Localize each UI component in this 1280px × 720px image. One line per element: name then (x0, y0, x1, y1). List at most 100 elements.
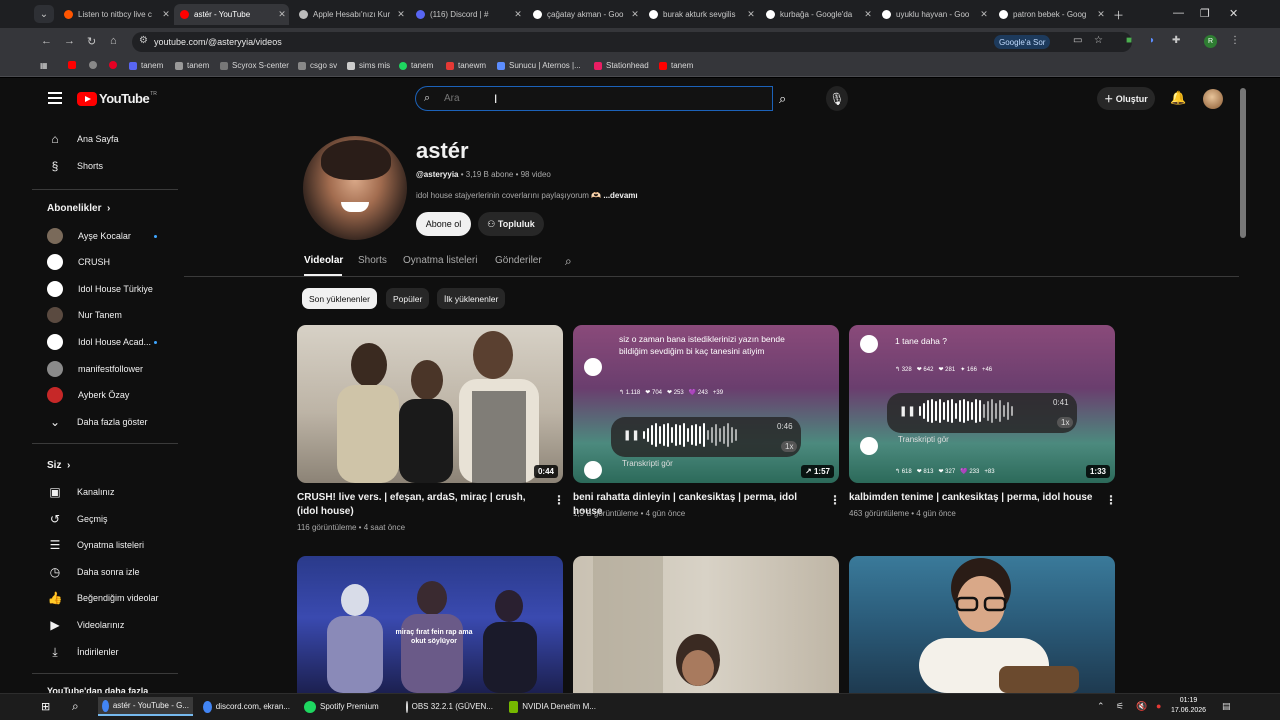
subscriptions-header[interactable]: Abonelikler › (47, 203, 110, 214)
sidebar-item-watch-later[interactable]: ◷ Daha sonra izle (46, 561, 140, 583)
record-icon[interactable]: ● (1156, 701, 1161, 711)
subscribe-button[interactable]: Abone ol (416, 212, 471, 236)
browser-tab[interactable]: Apple Hesabı'nızı Kur ✕ (293, 4, 408, 25)
tab-search-button[interactable]: ⌄ (34, 5, 54, 23)
sidebar-item-history[interactable]: ↺ Geçmiş (46, 508, 108, 530)
notification-center-icon[interactable]: ▤ (1222, 701, 1231, 712)
bookmark-item[interactable]: tanem (175, 61, 209, 70)
sidebar-item-playlists[interactable]: ☰ Oynatma listeleri (46, 534, 144, 556)
channel-avatar-large[interactable] (303, 136, 407, 240)
notifications-bell-icon[interactable]: 🔔 (1170, 90, 1186, 106)
video-title[interactable]: kalbimden tenime | cankesiktaş | perma, … (849, 491, 1099, 505)
taskbar-item-spotify[interactable]: Spotify Premium (300, 697, 395, 716)
extension-icon[interactable]: ◗ (1149, 35, 1155, 46)
video-thumbnail[interactable]: siz o zaman bana istediklerinizi yazın b… (573, 325, 839, 483)
chip-oldest[interactable]: İlk yüklenenler (437, 288, 506, 309)
extensions-puzzle-icon[interactable]: ✚ (1172, 35, 1180, 46)
video-thumbnail[interactable] (573, 556, 839, 693)
sidebar-item-subscription[interactable]: Idol House Acad... (46, 331, 151, 353)
browser-tab[interactable]: (116) Discord | # ✕ (410, 4, 525, 25)
browser-tab[interactable]: uyuklu hayvan - Goo ✕ (876, 4, 991, 25)
sidebar-item-your-videos[interactable]: ▶ Videolarınız (46, 614, 124, 636)
video-more-options-icon[interactable]: ⋮ (829, 493, 841, 507)
browser-profile-icon[interactable]: R (1204, 35, 1217, 48)
chip-popular[interactable]: Popüler (386, 288, 430, 309)
tab-shorts[interactable]: Shorts (358, 255, 387, 266)
sidebar-item-subscription[interactable]: manifestfollower (46, 358, 143, 380)
sidebar-item-subscription[interactable]: Ayşe Kocalar (46, 225, 131, 247)
taskbar-item-obs[interactable]: OBS 32.2.1 (GÜVEN... (402, 697, 497, 716)
video-more-options-icon[interactable]: ⋮ (553, 493, 565, 507)
google-ask-button[interactable]: Google'a Sor (994, 35, 1051, 49)
bookmark-item[interactable]: Sunucu | Aternos |... (497, 61, 581, 70)
back-icon[interactable]: ← (41, 35, 52, 47)
site-info-icon[interactable]: ⚙ (139, 35, 148, 46)
description-more-link[interactable]: ...devamı (603, 191, 637, 200)
browser-tab[interactable]: çağatay akman - Goo ✕ (527, 4, 642, 25)
bookmark-item[interactable]: csgo sv (298, 61, 337, 70)
home-browser-icon[interactable]: ⌂ (110, 35, 117, 47)
video-more-options-icon[interactable]: ⋮ (1105, 493, 1117, 507)
sidebar-item-subscription[interactable]: Idol House Türkiye (46, 278, 153, 300)
sidebar-item-shorts[interactable]: § Shorts (46, 155, 103, 177)
voice-search-icon[interactable]: 🎙 (826, 86, 848, 111)
channel-search-icon[interactable]: ⌕ (565, 254, 572, 269)
video-thumbnail[interactable]: 0:44 (297, 325, 563, 483)
sidebar-item-downloads[interactable]: ⤓ İndirilenler (46, 641, 118, 663)
guide-menu-icon[interactable] (48, 92, 62, 104)
taskbar-item-nvidia[interactable]: NVIDIA Denetim M... (505, 697, 600, 716)
close-tab-icon[interactable]: ✕ (394, 9, 408, 20)
bookmark-item[interactable]: tanem (399, 61, 433, 70)
new-tab-icon[interactable]: ＋ (1113, 7, 1124, 23)
browser-tab[interactable]: kurbağa - Google'da ✕ (760, 4, 875, 25)
tab-videos[interactable]: Videolar (304, 255, 343, 266)
search-input[interactable] (415, 86, 773, 111)
close-tab-icon[interactable]: ✕ (977, 9, 991, 20)
bookmark-pinterest[interactable] (109, 61, 121, 69)
bookmark-item[interactable]: tanem (129, 61, 163, 70)
search-icon[interactable]: ⌕ (72, 699, 79, 714)
reload-icon[interactable]: ↻ (87, 35, 96, 48)
tab-posts[interactable]: Gönderiler (495, 255, 542, 266)
network-icon[interactable]: ⚟ (1116, 701, 1124, 712)
volume-icon[interactable]: 🔇 (1136, 701, 1147, 712)
close-tab-icon[interactable]: ✕ (1094, 9, 1108, 20)
bookmark-item[interactable]: tanewm (446, 61, 486, 70)
address-bar[interactable]: youtube.com/@asteryyia/videos (132, 32, 1132, 52)
video-title[interactable]: CRUSH! live vers. | efeşan, ardaS, miraç… (297, 491, 547, 519)
close-tab-icon[interactable]: ✕ (628, 9, 642, 20)
sidebar-item-home[interactable]: ⌂ Ana Sayfa (46, 128, 118, 150)
sidebar-item-subscription[interactable]: Nur Tanem (46, 304, 122, 326)
extension-icon[interactable]: ■ (1126, 35, 1132, 46)
channel-description[interactable]: idol house stajyerlerinin coverlarını pa… (416, 191, 638, 200)
sidebar-item-subscription[interactable]: CRUSH (46, 251, 110, 273)
taskbar-item-chrome[interactable]: discord.com, ekran... (199, 697, 294, 716)
sidebar-item-your-channel[interactable]: ▣ Kanalınız (46, 481, 114, 503)
youtube-logo[interactable]: YouTube TR (77, 91, 157, 106)
browser-tab[interactable]: Listen to nitbcy live c ✕ (58, 4, 173, 25)
browser-tab[interactable]: burak akturk sevgilis ✕ (643, 4, 758, 25)
tray-overflow-icon[interactable]: ⌃ (1097, 701, 1105, 712)
close-tab-icon[interactable]: ✕ (511, 9, 525, 20)
create-button[interactable]: ＋ Oluştur (1097, 87, 1155, 110)
scrollbar[interactable] (1240, 88, 1246, 238)
bookmark-item[interactable]: Scyrox S-center (220, 61, 289, 70)
bookmark-item[interactable]: Stationhead (594, 61, 649, 70)
browser-tab[interactable]: patron bebek - Goog ✕ (993, 4, 1108, 25)
close-tab-icon[interactable]: ✕ (744, 9, 758, 20)
close-tab-icon[interactable]: ✕ (275, 9, 289, 20)
sidebar-item-subscription[interactable]: Ayberk Özay (46, 384, 129, 406)
windows-start-icon[interactable]: ⊞ (41, 700, 50, 713)
system-clock[interactable]: 01:19 17.06.2026 (1171, 696, 1206, 716)
close-tab-icon[interactable]: ✕ (159, 9, 173, 20)
sidebar-item-liked-videos[interactable]: 👍 Beğendiğim videolar (46, 587, 159, 609)
window-close-icon[interactable]: ✕ (1229, 7, 1238, 20)
show-more-button[interactable]: ⌄ Daha fazla göster (46, 411, 148, 433)
forward-icon[interactable]: → (64, 35, 75, 47)
taskbar-item-chrome[interactable]: astér - YouTube - G... (98, 697, 193, 716)
bookmark-item[interactable]: sims mis (347, 61, 390, 70)
close-tab-icon[interactable]: ✕ (861, 9, 875, 20)
account-avatar[interactable] (1203, 89, 1223, 109)
video-thumbnail[interactable]: 1 tane daha ? ↰ 328 ❤ 642 ❤ 281 ✦ 166 +4… (849, 325, 1115, 483)
apps-grid-icon[interactable]: ▦ (40, 61, 48, 70)
